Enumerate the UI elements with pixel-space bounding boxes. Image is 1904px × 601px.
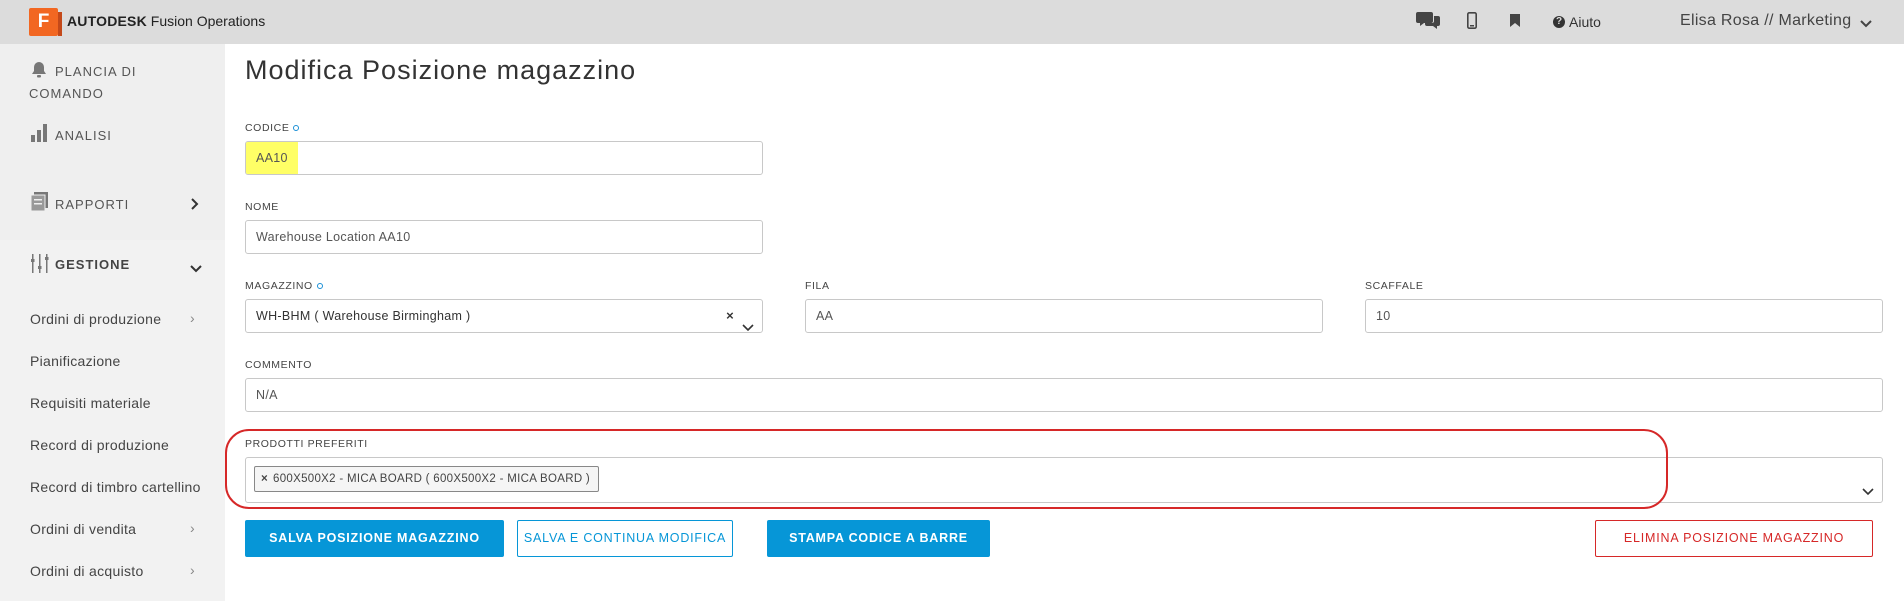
sidebar-label-dashboard-1: PLANCIA DI — [55, 64, 137, 79]
code-label-text: CODICE — [245, 122, 290, 134]
preferred-products-label: PRODOTTI PREFERITI — [245, 438, 368, 450]
bar-chart-icon — [31, 124, 49, 145]
required-icon — [316, 283, 323, 290]
sidebar-item-analytics[interactable]: ANALISI — [0, 124, 225, 168]
save-continue-button[interactable]: SALVA E CONTINUA MODIFICA — [517, 520, 733, 557]
print-barcode-button[interactable]: STAMPA CODICE A BARRE — [767, 520, 990, 557]
save-button[interactable]: SALVA POSIZIONE MAGAZZINO — [245, 520, 504, 557]
user-menu[interactable]: Elisa Rosa // Marketing — [1680, 12, 1851, 30]
brand-rest: Fusion Operations — [146, 13, 266, 29]
sliders-icon — [31, 254, 49, 276]
sidebar-item-production-orders[interactable]: Ordini di produzione — [30, 311, 161, 327]
comment-label: COMMENTO — [245, 359, 313, 371]
help-label: Aiuto — [1569, 14, 1601, 30]
sidebar: PLANCIA DI COMANDO ANALISI RAPPORTI GEST… — [0, 44, 225, 601]
bookmark-icon[interactable] — [1510, 14, 1520, 32]
preferred-products-select[interactable]: × 600X500X2 - MICA BOARD ( 600X500X2 - MI… — [245, 457, 1883, 503]
help-link[interactable]: ? Aiuto — [1553, 14, 1601, 30]
delete-button[interactable]: ELIMINA POSIZIONE MAGAZZINO — [1595, 520, 1873, 557]
sidebar-label-analytics: ANALISI — [55, 128, 112, 143]
sidebar-group-management: GESTIONE Ordini di produzione › Pianific… — [0, 240, 225, 601]
chevron-right-icon: › — [190, 520, 195, 536]
comment-value: N/A — [256, 388, 278, 402]
chevron-down-icon[interactable] — [742, 312, 754, 332]
help-icon: ? — [1553, 16, 1565, 28]
sidebar-item-dashboard[interactable]: PLANCIA DI COMANDO — [0, 44, 225, 109]
row-label: FILA — [805, 280, 830, 292]
preferred-product-tag-label: 600X500X2 - MICA BOARD ( 600X500X2 - MIC… — [273, 473, 591, 485]
sidebar-item-material-requirements[interactable]: Requisiti materiale — [30, 395, 151, 411]
shelf-label: SCAFFALE — [1365, 280, 1424, 292]
sidebar-item-management[interactable]: GESTIONE — [0, 254, 225, 284]
sidebar-item-production-records[interactable]: Record di produzione — [30, 437, 169, 453]
sidebar-label-management: GESTIONE — [55, 257, 131, 272]
sidebar-item-timecard-records[interactable]: Record di timbro cartellino — [30, 479, 201, 495]
sidebar-item-purchase-orders[interactable]: Ordini di acquisto — [30, 563, 144, 579]
tag-remove-icon[interactable]: × — [261, 473, 268, 485]
sidebar-item-sales-orders[interactable]: Ordini di vendita — [30, 521, 136, 537]
shelf-value: 10 — [1376, 309, 1391, 323]
warehouse-label-text: MAGAZZINO — [245, 280, 313, 292]
sidebar-label-dashboard-2: COMANDO — [29, 86, 104, 101]
warehouse-label: MAGAZZINO — [245, 280, 323, 292]
name-label: NOME — [245, 201, 279, 213]
chevron-right-icon: › — [190, 310, 195, 326]
sidebar-label-reports: RAPPORTI — [55, 197, 130, 212]
chevron-right-icon: › — [190, 562, 195, 578]
warehouse-value: WH-BHM ( Warehouse Birmingham ) — [256, 309, 471, 323]
chevron-down-icon[interactable] — [1862, 476, 1874, 502]
mobile-icon[interactable] — [1467, 12, 1477, 34]
name-value: Warehouse Location AA10 — [256, 230, 411, 244]
name-input[interactable]: Warehouse Location AA10 — [245, 220, 763, 254]
brand-name: AUTODESK Fusion Operations — [67, 13, 265, 29]
chat-icon[interactable] — [1416, 10, 1440, 35]
preferred-product-tag: × 600X500X2 - MICA BOARD ( 600X500X2 - MI… — [254, 466, 600, 492]
brand-bold: AUTODESK — [67, 13, 147, 29]
warehouse-select[interactable]: WH-BHM ( Warehouse Birmingham ) × — [245, 299, 763, 333]
page-title: Modifica Posizione magazzino — [245, 55, 637, 85]
comment-input[interactable]: N/A — [245, 378, 1883, 412]
sidebar-item-planning[interactable]: Pianificazione — [30, 353, 121, 369]
code-value: AA10 — [246, 142, 298, 174]
row-input[interactable]: AA — [805, 299, 1323, 333]
row-value: AA — [816, 309, 834, 323]
bell-icon — [31, 61, 47, 81]
shelf-input[interactable]: 10 — [1365, 299, 1883, 333]
report-icon — [30, 192, 48, 214]
app-logo[interactable]: F — [29, 8, 62, 36]
clear-icon[interactable]: × — [726, 300, 734, 332]
chevron-right-icon — [191, 198, 199, 213]
top-bar: F AUTODESK Fusion Operations ? Aiuto Eli… — [0, 0, 1904, 44]
required-icon — [293, 125, 300, 132]
chevron-down-icon — [190, 261, 202, 276]
code-input[interactable]: AA10 — [245, 141, 763, 175]
sidebar-item-reports[interactable]: RAPPORTI — [0, 192, 225, 238]
code-label: CODICE — [245, 122, 300, 134]
chevron-down-icon[interactable] — [1860, 15, 1872, 33]
